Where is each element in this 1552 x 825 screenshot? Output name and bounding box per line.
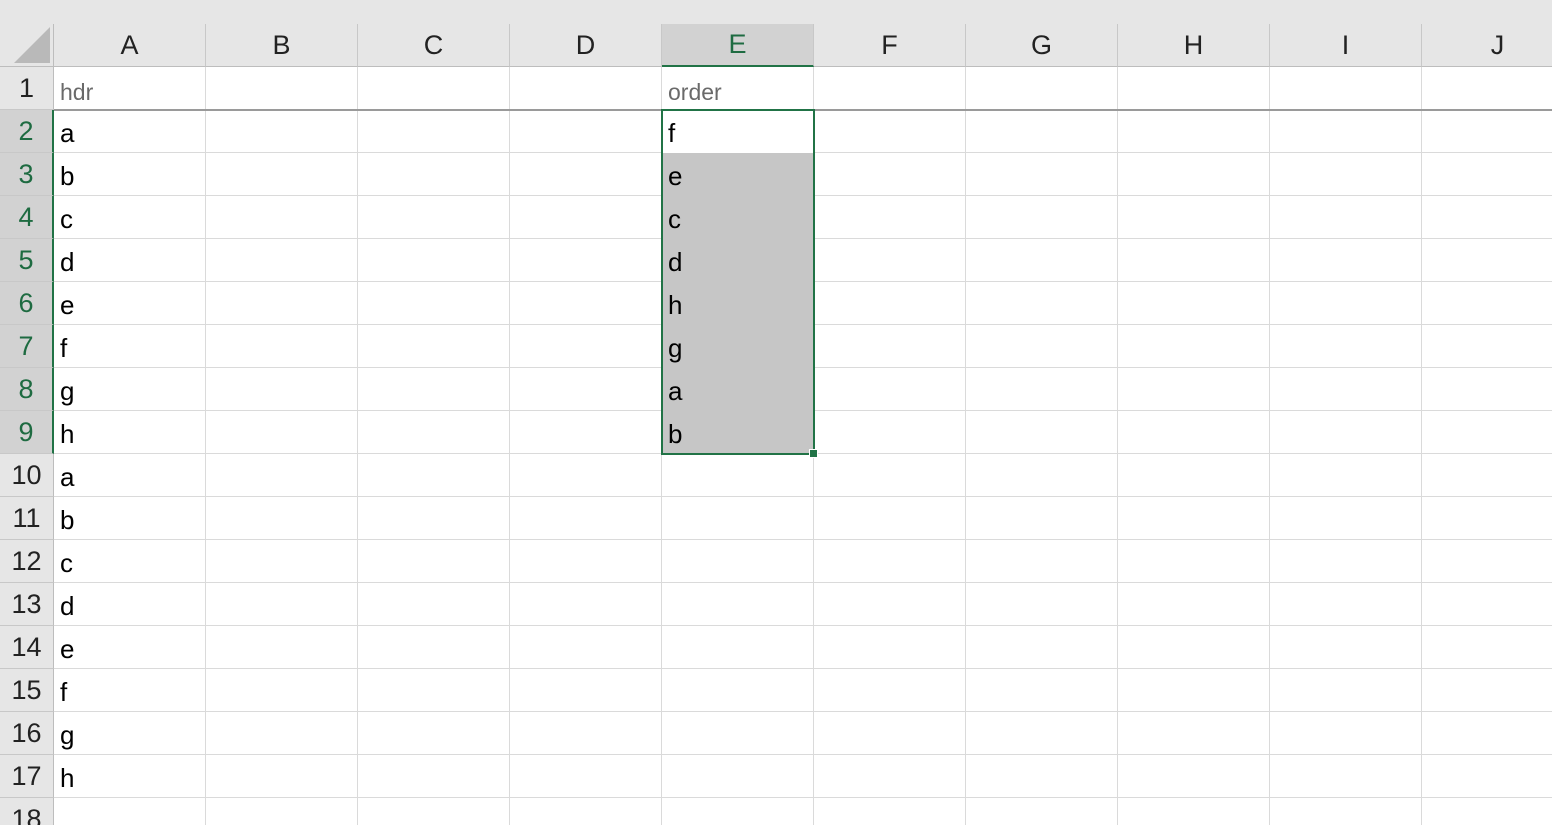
row-header-7[interactable]: 7	[0, 325, 54, 368]
row-header-8[interactable]: 8	[0, 368, 54, 411]
cell-e1[interactable]: order	[662, 67, 814, 110]
cell-a13[interactable]: d	[54, 583, 206, 626]
row-header-4[interactable]: 4	[0, 196, 54, 239]
cell-e5[interactable]: d	[662, 239, 814, 282]
cell-a10[interactable]: a	[54, 454, 206, 497]
toolbar-strip	[0, 0, 1552, 24]
column-header-e[interactable]: E	[662, 24, 814, 67]
row-gridline	[54, 711, 1552, 712]
row-gridline	[54, 539, 1552, 540]
row-header-13[interactable]: 13	[0, 583, 54, 626]
cell-a5[interactable]: d	[54, 239, 206, 282]
spreadsheet-grid[interactable]: ABCDEFGHIJ 1 2 3 4 5 6 7 8 9 10 11 12 13 14 15 16 17 18 h…	[0, 0, 1552, 825]
column-header-f[interactable]: F	[814, 24, 966, 67]
cell-a2[interactable]: a	[54, 110, 206, 153]
column-header-i[interactable]: I	[1270, 24, 1422, 67]
row-header-10[interactable]: 10	[0, 454, 54, 497]
row-header-2[interactable]: 2	[0, 110, 54, 153]
row-header-6[interactable]: 6	[0, 282, 54, 325]
row-header-1[interactable]: 1	[0, 67, 54, 110]
row-header-3[interactable]: 3	[0, 153, 54, 196]
row-header-11[interactable]: 11	[0, 497, 54, 540]
column-header-g[interactable]: G	[966, 24, 1118, 67]
row-gridline	[54, 668, 1552, 669]
row-header-12[interactable]: 12	[0, 540, 54, 583]
cell-a17[interactable]: h	[54, 755, 206, 798]
cell-a1[interactable]: hdr	[54, 67, 206, 110]
row-gridline	[54, 625, 1552, 626]
cell-a14[interactable]: e	[54, 626, 206, 669]
row-header-5[interactable]: 5	[0, 239, 54, 282]
column-header-d[interactable]: D	[510, 24, 662, 67]
cell-a7[interactable]: f	[54, 325, 206, 368]
cell-a9[interactable]: h	[54, 411, 206, 454]
cell-a4[interactable]: c	[54, 196, 206, 239]
cell-a12[interactable]: c	[54, 540, 206, 583]
column-header-j[interactable]: J	[1422, 24, 1552, 67]
cell-a11[interactable]: b	[54, 497, 206, 540]
cell-a3[interactable]: b	[54, 153, 206, 196]
cell-e3[interactable]: e	[662, 153, 814, 196]
row-gridline	[54, 496, 1552, 497]
row-gridline	[54, 582, 1552, 583]
row-header-17[interactable]: 17	[0, 755, 54, 798]
cell-e6[interactable]: h	[662, 282, 814, 325]
cell-e7[interactable]: g	[662, 325, 814, 368]
row-gridline	[54, 797, 1552, 798]
select-all-button[interactable]	[0, 24, 54, 67]
cell-a15[interactable]: f	[54, 669, 206, 712]
column-header-c[interactable]: C	[358, 24, 510, 67]
row-header-18[interactable]: 18	[0, 798, 54, 825]
row-header-15[interactable]: 15	[0, 669, 54, 712]
column-header-b[interactable]: B	[206, 24, 358, 67]
row-header-14[interactable]: 14	[0, 626, 54, 669]
row-header-9[interactable]: 9	[0, 411, 54, 454]
cell-e8[interactable]: a	[662, 368, 814, 411]
row-gridline	[54, 754, 1552, 755]
cell-a6[interactable]: e	[54, 282, 206, 325]
select-all-triangle-icon	[14, 27, 50, 63]
cell-e2[interactable]: f	[662, 110, 814, 153]
cell-a16[interactable]: g	[54, 712, 206, 755]
column-header-a[interactable]: A	[54, 24, 206, 67]
column-header-h[interactable]: H	[1118, 24, 1270, 67]
cell-e9[interactable]: b	[662, 411, 814, 454]
cell-e4[interactable]: c	[662, 196, 814, 239]
cell-a8[interactable]: g	[54, 368, 206, 411]
row-header-16[interactable]: 16	[0, 712, 54, 755]
